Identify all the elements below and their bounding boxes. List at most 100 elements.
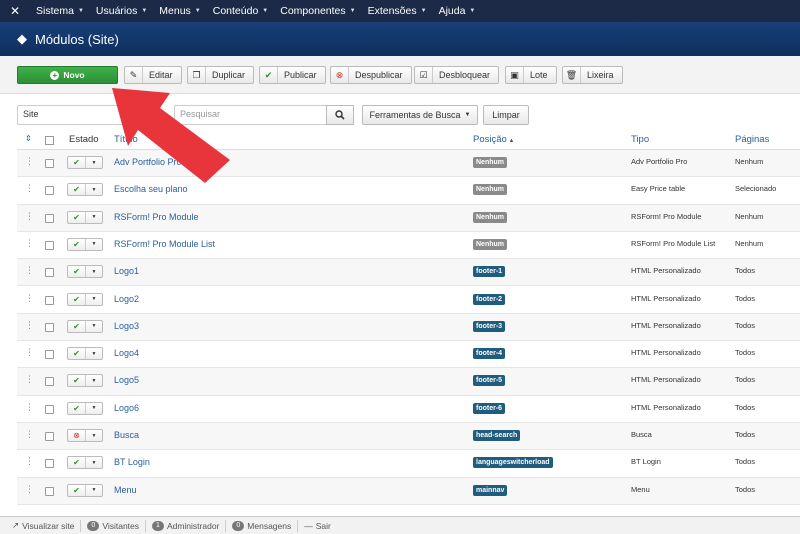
module-title-link[interactable]: RSForm! Pro Module [114, 212, 199, 222]
duplicate-button[interactable]: ❐ Duplicar [187, 66, 255, 84]
published-check-icon[interactable]: ✔ [68, 184, 86, 196]
published-check-icon[interactable]: ✔ [68, 266, 86, 278]
new-button[interactable]: + Novo [17, 66, 118, 84]
published-check-icon[interactable]: ✔ [68, 320, 86, 332]
drag-handle-icon[interactable]: ⋮ [25, 402, 34, 413]
drag-handle-icon[interactable]: ⋮ [25, 484, 34, 495]
row-checkbox[interactable] [45, 377, 54, 387]
status-toggle[interactable]: ✔ ▼ [67, 210, 103, 224]
published-check-icon[interactable]: ✔ [68, 211, 86, 223]
status-toggle[interactable]: ✔ ▼ [67, 292, 103, 306]
status-toggle[interactable]: ✔ ▼ [67, 319, 103, 333]
published-check-icon[interactable]: ✔ [68, 348, 86, 360]
published-check-icon[interactable]: ✔ [68, 238, 86, 250]
menu-menus[interactable]: Menus ▼ [153, 0, 206, 22]
drag-handle-icon[interactable]: ⋮ [25, 238, 34, 249]
caret-down-icon[interactable]: ▼ [86, 430, 102, 441]
published-check-icon[interactable]: ✔ [68, 375, 86, 387]
status-toggle[interactable]: ✔ ▼ [67, 456, 103, 470]
caret-down-icon[interactable]: ▼ [86, 403, 102, 414]
joomla-logo-icon[interactable]: ✕ [0, 0, 30, 22]
caret-down-icon[interactable]: ▼ [86, 294, 102, 305]
drag-handle-icon[interactable]: ⋮ [25, 156, 34, 167]
menu-sistema[interactable]: Sistema ▼ [30, 0, 90, 22]
module-title-link[interactable]: Logo5 [114, 375, 139, 385]
messages-status[interactable]: 0 Mensagens [226, 519, 299, 532]
menu-componentes[interactable]: Componentes ▼ [274, 0, 361, 22]
drag-handle-icon[interactable]: ⋮ [25, 265, 34, 276]
drag-handle-icon[interactable]: ⋮ [25, 374, 34, 385]
column-title[interactable]: Título [114, 134, 138, 145]
published-check-icon[interactable]: ✔ [68, 457, 86, 469]
module-title-link[interactable]: Escolha seu plano [114, 184, 188, 194]
search-input[interactable]: Pesquisar [174, 105, 327, 125]
search-tools-button[interactable]: Ferramentas de Busca ▼ [362, 105, 478, 125]
column-position[interactable]: Posição ▲ [473, 134, 514, 145]
row-checkbox[interactable] [45, 350, 54, 360]
row-checkbox[interactable] [45, 159, 54, 168]
drag-handle-icon[interactable]: ⋮ [25, 456, 34, 467]
drag-handle-icon[interactable]: ⋮ [25, 347, 34, 358]
edit-button[interactable]: ✎ Editar [124, 66, 182, 84]
caret-down-icon[interactable]: ▼ [86, 485, 102, 496]
drag-handle-icon[interactable]: ⋮ [25, 429, 34, 440]
caret-down-icon[interactable]: ▼ [86, 266, 102, 277]
module-title-link[interactable]: Logo1 [114, 266, 139, 276]
row-checkbox[interactable] [45, 186, 54, 196]
row-checkbox[interactable] [45, 459, 54, 469]
caret-down-icon[interactable]: ▼ [86, 321, 102, 332]
caret-down-icon[interactable]: ▼ [86, 457, 102, 468]
unpublished-icon[interactable]: ⊗ [68, 430, 86, 441]
menu-usuarios[interactable]: Usuários ▼ [90, 0, 153, 22]
published-check-icon[interactable]: ✔ [68, 157, 86, 168]
row-checkbox[interactable] [45, 322, 54, 332]
published-check-icon[interactable]: ✔ [68, 484, 86, 496]
column-type[interactable]: Tipo [631, 134, 649, 145]
row-checkbox[interactable] [45, 432, 54, 441]
status-toggle[interactable]: ⊗ ▼ [67, 429, 103, 442]
status-toggle[interactable]: ✔ ▼ [67, 347, 103, 361]
row-checkbox[interactable] [45, 486, 54, 496]
caret-down-icon[interactable]: ▼ [86, 239, 102, 250]
row-checkbox[interactable] [45, 240, 54, 250]
batch-button[interactable]: ▣ Lote [505, 66, 557, 84]
published-check-icon[interactable]: ✔ [68, 293, 86, 305]
search-button[interactable] [326, 105, 354, 125]
trash-button[interactable]: 🗑 Lixeira [562, 66, 623, 84]
module-title-link[interactable]: BT Login [114, 457, 150, 467]
module-title-link[interactable]: Logo3 [114, 321, 139, 331]
module-title-link[interactable]: Logo6 [114, 403, 139, 413]
view-site-link[interactable]: ↗ Visualizar site [6, 519, 82, 532]
row-checkbox[interactable] [45, 213, 54, 223]
status-toggle[interactable]: ✔ ▼ [67, 483, 103, 497]
status-toggle[interactable]: ✔ ▼ [67, 237, 103, 251]
column-status[interactable]: Estado [69, 134, 99, 145]
drag-handle-icon[interactable]: ⋮ [25, 183, 34, 194]
row-checkbox[interactable] [45, 295, 54, 305]
caret-down-icon[interactable]: ▼ [86, 212, 102, 223]
menu-extensoes[interactable]: Extensões ▼ [362, 0, 433, 22]
publish-button[interactable]: ✔ Publicar [259, 66, 326, 84]
module-title-link[interactable]: RSForm! Pro Module List [114, 239, 215, 249]
module-title-link[interactable]: Logo4 [114, 348, 139, 358]
menu-ajuda[interactable]: Ajuda ▼ [433, 0, 482, 22]
status-toggle[interactable]: ✔ ▼ [67, 183, 103, 197]
drag-handle-icon[interactable]: ⋮ [25, 211, 34, 222]
published-check-icon[interactable]: ✔ [68, 402, 86, 414]
ordering-sort-icon[interactable]: ⇕ [25, 134, 32, 143]
status-toggle[interactable]: ✔ ▼ [67, 265, 103, 279]
caret-down-icon[interactable]: ▼ [86, 157, 102, 168]
menu-conteudo[interactable]: Conteúdo ▼ [207, 0, 275, 22]
status-toggle[interactable]: ✔ ▼ [67, 374, 103, 388]
client-filter-select[interactable]: Site [17, 105, 127, 125]
module-title-link[interactable]: Menu [114, 485, 137, 495]
drag-handle-icon[interactable]: ⋮ [25, 320, 34, 331]
checkin-button[interactable]: ☑ Desbloquear [414, 66, 500, 84]
status-toggle[interactable]: ✔ ▼ [67, 401, 103, 415]
logout-link[interactable]: — Sair [298, 520, 337, 532]
column-pages[interactable]: Páginas [735, 134, 769, 145]
caret-down-icon[interactable]: ▼ [86, 184, 102, 195]
clear-button[interactable]: Limpar [483, 105, 529, 125]
status-toggle[interactable]: ✔ ▼ [67, 156, 103, 169]
drag-handle-icon[interactable]: ⋮ [25, 293, 34, 304]
